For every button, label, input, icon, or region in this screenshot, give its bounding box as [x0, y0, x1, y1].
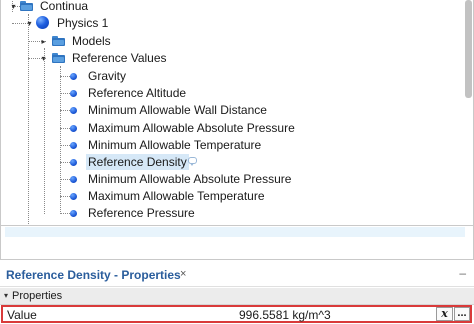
- value-node-icon: [70, 125, 77, 132]
- comment-icon: [188, 157, 197, 166]
- tree-node-physics-1[interactable]: Physics 1: [55, 15, 110, 31]
- tree-guide-line: [60, 213, 70, 214]
- description-area: [5, 227, 465, 237]
- expand-models-icon[interactable]: ▸: [39, 37, 48, 46]
- tree-guide-line: [28, 14, 29, 225]
- physics-sphere-icon: [36, 16, 49, 29]
- tree-guide-line: [60, 110, 70, 111]
- properties-section-header[interactable]: ▾ Properties: [0, 288, 474, 305]
- description-panel: [0, 226, 474, 260]
- expression-button[interactable]: x: [436, 307, 453, 321]
- close-tab-icon[interactable]: ×: [180, 268, 186, 280]
- value-node-icon: [70, 159, 77, 166]
- folder-icon: [52, 36, 65, 46]
- tree-node-reference-pressure[interactable]: Reference Pressure: [86, 205, 197, 221]
- tree-node-reference-density[interactable]: Reference Density: [86, 154, 189, 170]
- tree-node-max-temperature[interactable]: Maximum Allowable Temperature: [86, 188, 267, 204]
- tree-guide-line: [60, 145, 70, 146]
- tree-guide-line: [60, 128, 70, 129]
- tree-node-continua[interactable]: Continua: [38, 0, 90, 14]
- scrollbar-thumb[interactable]: [465, 0, 472, 98]
- folder-icon: [52, 53, 65, 63]
- tree-node-reference-altitude[interactable]: Reference Altitude: [86, 85, 188, 101]
- section-label: Properties: [12, 290, 63, 302]
- value-node-icon: [70, 210, 77, 217]
- collapse-physics-icon[interactable]: ▾: [25, 19, 34, 28]
- minimize-icon[interactable]: –: [459, 266, 466, 280]
- properties-header: Reference Density - Properties × –: [0, 264, 474, 286]
- value-node-icon: [70, 193, 77, 200]
- value-node-icon: [70, 176, 77, 183]
- tree-node-max-abs-pressure[interactable]: Maximum Allowable Absolute Pressure: [86, 120, 297, 136]
- tree-node-models[interactable]: Models: [70, 33, 113, 49]
- value-field[interactable]: 996.5581 kg/m^3: [239, 308, 331, 322]
- object-tree-panel: ▾ Continua ▾ Physics 1 ▸ Models ▾ Refere…: [0, 0, 474, 226]
- tree-node-min-wall-distance[interactable]: Minimum Allowable Wall Distance: [86, 102, 269, 118]
- properties-title: Reference Density - Properties: [6, 268, 181, 282]
- value-node-icon: [70, 107, 77, 114]
- tree-guide-line: [60, 66, 61, 214]
- tree-guide-line: [60, 196, 70, 197]
- value-node-icon: [70, 142, 77, 149]
- collapse-reference-values-icon[interactable]: ▾: [39, 54, 48, 63]
- tree-guide-line: [44, 48, 45, 214]
- tree-node-min-temperature[interactable]: Minimum Allowable Temperature: [86, 137, 263, 153]
- divider: [0, 286, 474, 287]
- value-node-icon: [70, 73, 77, 80]
- value-property-row[interactable]: Value 996.5581 kg/m^3 x ...: [1, 305, 472, 323]
- tree-node-min-abs-pressure[interactable]: Minimum Allowable Absolute Pressure: [86, 171, 293, 187]
- tree-guide-line: [60, 93, 70, 94]
- collapse-continua-icon[interactable]: ▾: [9, 2, 18, 11]
- value-property-label: Value: [7, 308, 37, 322]
- tree-guide-line: [60, 162, 70, 163]
- tree-guide-line: [60, 76, 70, 77]
- tree-node-reference-values[interactable]: Reference Values: [70, 50, 169, 66]
- collapse-arrow-icon[interactable]: ▾: [4, 291, 8, 300]
- ellipsis-button[interactable]: ...: [454, 307, 470, 321]
- value-node-icon: [70, 90, 77, 97]
- folder-icon: [20, 1, 33, 11]
- tree-guide-line: [60, 179, 70, 180]
- tree-scrollbar[interactable]: [465, 0, 472, 225]
- tree-node-gravity[interactable]: Gravity: [86, 68, 128, 84]
